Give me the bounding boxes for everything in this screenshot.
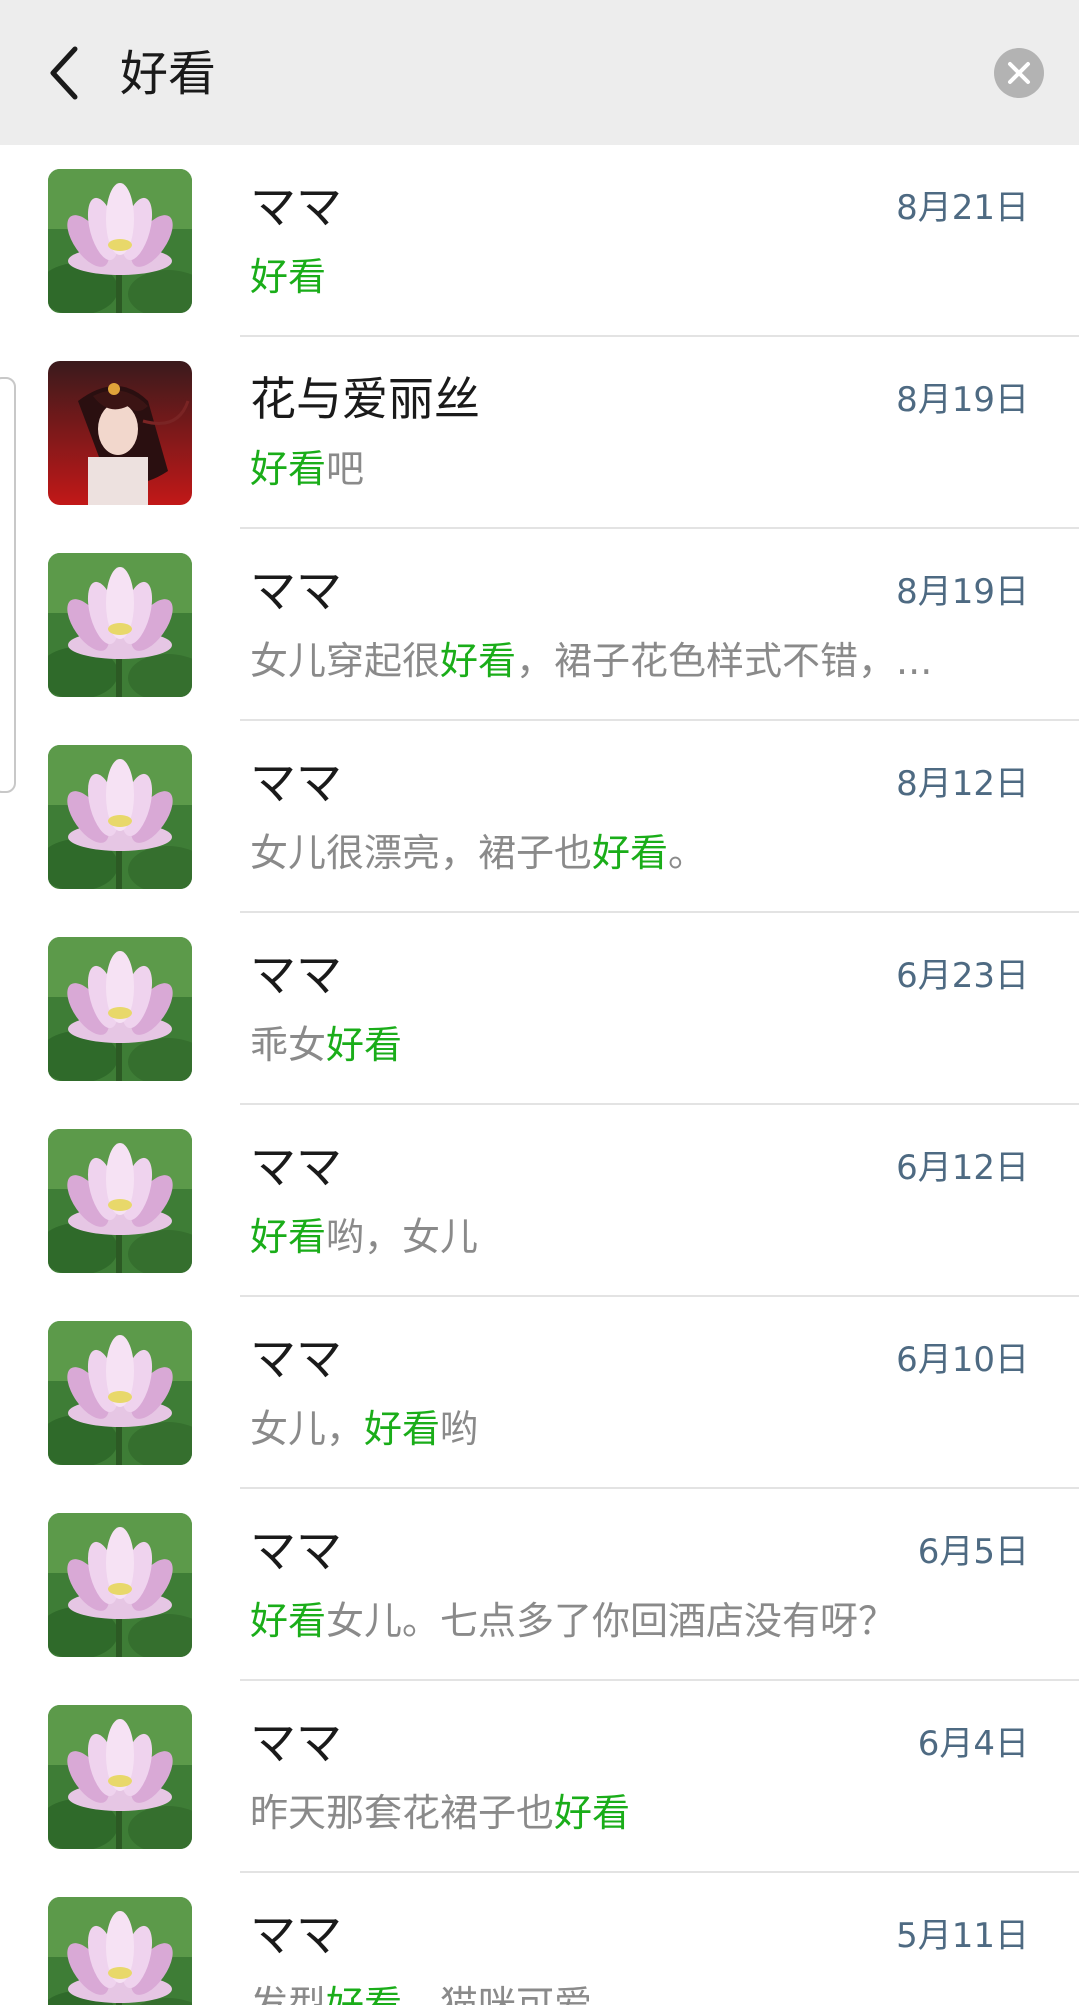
search-result-row[interactable]: ママ 5月11日发型好看，猫咪可爱 xyxy=(0,1873,1079,2005)
close-circle-icon xyxy=(1008,62,1030,84)
contact-name: 花与爱丽丝 xyxy=(250,372,480,426)
snippet-text: 哟 xyxy=(440,1407,479,1451)
snippet-text: 发型 xyxy=(250,1983,327,2005)
message-snippet: 好看 xyxy=(250,251,1010,303)
search-results-screen: 好看 ママ 8月21日 好看 花与爱丽丝 8月19日 好看吧 ママ 8月19日 … xyxy=(0,0,1079,2005)
snippet-text: 。 xyxy=(668,831,707,875)
snippet-text: ，猫咪可爱 xyxy=(402,1983,593,2005)
avatar xyxy=(48,1513,192,1657)
search-result-row[interactable]: ママ 6月4日昨天那套花裙子也好看 xyxy=(0,1681,1079,1873)
search-result-row[interactable]: ママ 8月19日女儿穿起很好看，裙子花色样式不错，... xyxy=(0,529,1079,721)
search-results-list: ママ 8月21日 好看 花与爱丽丝 8月19日 好看吧 ママ 8月19日 女儿穿… xyxy=(0,145,1079,2005)
message-date: 6月4日 xyxy=(917,1724,1029,1764)
avatar xyxy=(48,1129,192,1273)
contact-name: ママ xyxy=(250,1140,342,1194)
highlighted-keyword: 好看 xyxy=(364,1407,441,1451)
highlighted-keyword: 好看 xyxy=(250,255,327,299)
search-result-row[interactable]: ママ 8月21日好看 xyxy=(0,145,1079,337)
message-snippet: 好看女儿。七点多了你回酒店没有呀？ xyxy=(250,1595,1010,1647)
highlighted-keyword: 好看 xyxy=(592,831,669,875)
avatar xyxy=(48,361,192,505)
message-date: 5月11日 xyxy=(896,1916,1029,1956)
avatar xyxy=(48,1897,192,2005)
message-snippet: 乖女好看 xyxy=(250,1019,1010,1071)
message-date: 6月12日 xyxy=(896,1148,1029,1188)
search-result-row[interactable]: ママ 6月5日好看女儿。七点多了你回酒店没有呀？ xyxy=(0,1489,1079,1681)
message-date: 8月19日 xyxy=(896,380,1029,420)
highlighted-keyword: 好看 xyxy=(250,1599,327,1643)
message-snippet: 女儿，好看哟 xyxy=(250,1403,1010,1455)
contact-name: ママ xyxy=(250,1332,342,1386)
search-header: 好看 xyxy=(0,0,1079,145)
message-snippet: 发型好看，猫咪可爱 xyxy=(250,1979,1010,2005)
message-snippet: 女儿很漂亮，裙子也好看。 xyxy=(250,827,1010,879)
highlighted-keyword: 好看 xyxy=(326,1983,403,2005)
search-result-row[interactable]: ママ 6月12日好看哟，女儿 xyxy=(0,1105,1079,1297)
avatar xyxy=(48,1321,192,1465)
search-result-row[interactable]: ママ 6月23日乖女好看 xyxy=(0,913,1079,1105)
highlighted-keyword: 好看 xyxy=(250,447,327,491)
clear-search-button[interactable] xyxy=(994,48,1044,98)
highlighted-keyword: 好看 xyxy=(326,1023,403,1067)
contact-name: ママ xyxy=(250,948,342,1002)
avatar xyxy=(48,553,192,697)
contact-name: ママ xyxy=(250,564,342,618)
message-snippet: 昨天那套花裙子也好看 xyxy=(250,1787,1010,1839)
search-result-row[interactable]: ママ 6月10日女儿，好看哟 xyxy=(0,1297,1079,1489)
contact-name: ママ xyxy=(250,756,342,810)
message-date: 6月10日 xyxy=(896,1340,1029,1380)
highlighted-keyword: 好看 xyxy=(440,639,517,683)
snippet-text: 吧 xyxy=(326,447,365,491)
back-button[interactable] xyxy=(30,38,100,108)
highlighted-keyword: 好看 xyxy=(250,1215,327,1259)
contact-name: ママ xyxy=(250,1524,342,1578)
snippet-text: 哟，女儿 xyxy=(326,1215,479,1259)
chevron-left-icon xyxy=(50,46,78,100)
message-snippet: 好看哟，女儿 xyxy=(250,1211,1010,1263)
search-input[interactable]: 好看 xyxy=(120,42,216,106)
snippet-text: 女儿穿起很 xyxy=(250,639,441,683)
snippet-text: 女儿， xyxy=(250,1407,365,1451)
snippet-text: 乖女 xyxy=(250,1023,327,1067)
search-result-row[interactable]: 花与爱丽丝 8月19日好看吧 xyxy=(0,337,1079,529)
contact-name: ママ xyxy=(250,180,342,234)
message-snippet: 女儿穿起很好看，裙子花色样式不错，... xyxy=(250,635,1010,687)
highlighted-keyword: 好看 xyxy=(554,1791,631,1835)
contact-name: ママ xyxy=(250,1908,342,1962)
message-snippet: 好看吧 xyxy=(250,443,1010,495)
snippet-text: 女儿。七点多了你回酒店没有呀？ xyxy=(326,1599,897,1643)
avatar xyxy=(48,1705,192,1849)
message-date: 8月21日 xyxy=(896,188,1029,228)
avatar xyxy=(48,169,192,313)
message-date: 8月19日 xyxy=(896,572,1029,612)
message-date: 6月5日 xyxy=(917,1532,1029,1572)
avatar xyxy=(48,937,192,1081)
search-result-row[interactable]: ママ 8月12日女儿很漂亮，裙子也好看。 xyxy=(0,721,1079,913)
contact-name: ママ xyxy=(250,1716,342,1770)
snippet-text: ，裙子花色样式不错，... xyxy=(516,639,933,683)
avatar xyxy=(48,745,192,889)
message-date: 6月23日 xyxy=(896,956,1029,996)
snippet-text: 女儿很漂亮，裙子也 xyxy=(250,831,593,875)
message-date: 8月12日 xyxy=(896,764,1029,804)
snippet-text: 昨天那套花裙子也 xyxy=(250,1791,555,1835)
